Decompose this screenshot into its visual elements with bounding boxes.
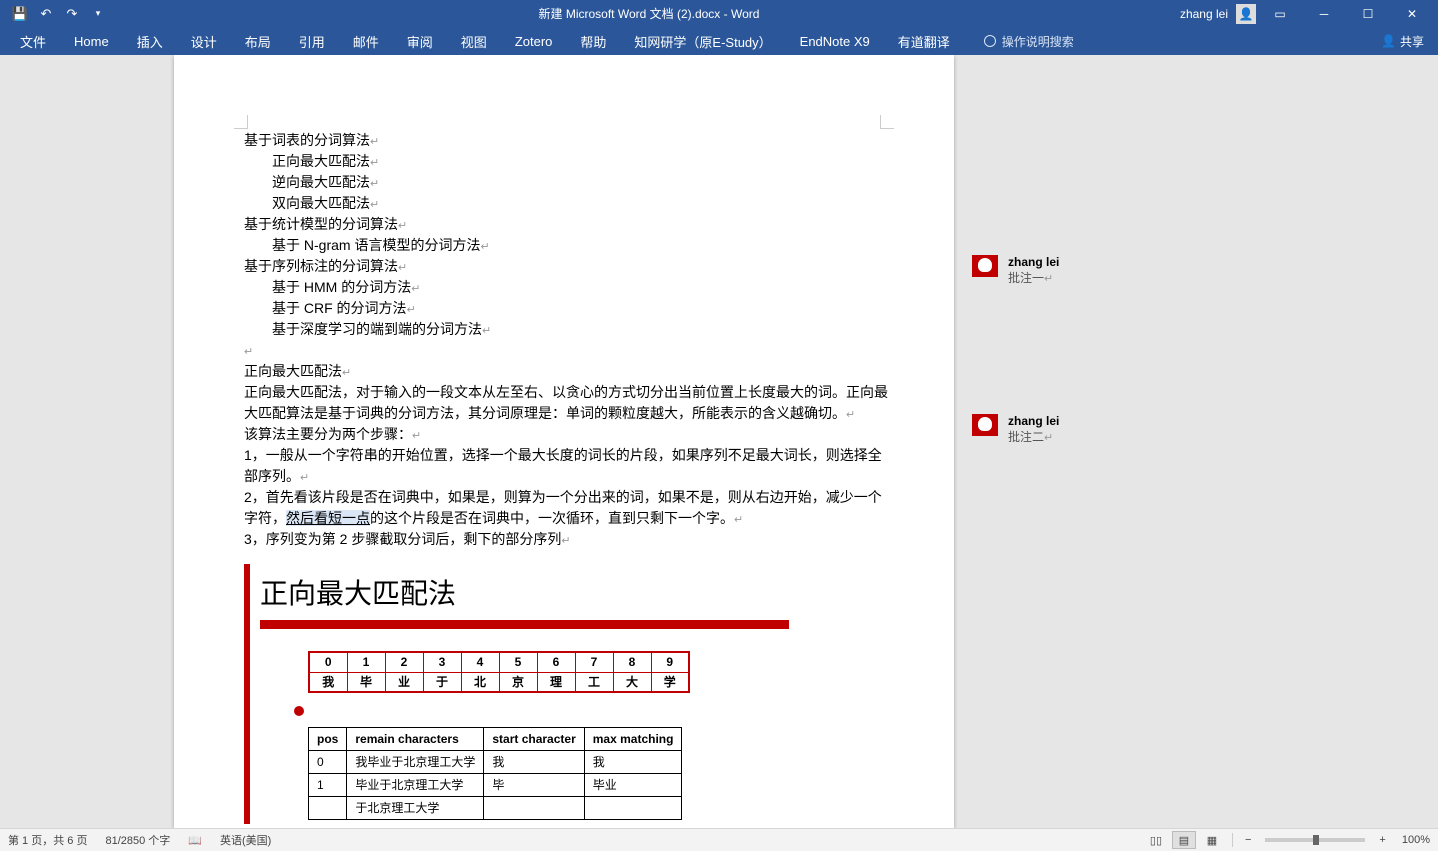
share-button[interactable]: 👤 共享 bbox=[1381, 33, 1432, 50]
paragraph: 该算法主要分为两个步骤：↵ bbox=[244, 424, 889, 445]
blank-line: ↵ bbox=[244, 340, 889, 361]
document-area: 基于词表的分词算法↵ 正向最大匹配法↵ 逆向最大匹配法↵ 双向最大匹配法↵ 基于… bbox=[0, 55, 1438, 828]
comment-text: 批注一↵ bbox=[1008, 269, 1059, 286]
share-icon: 👤 bbox=[1381, 34, 1396, 48]
para-mark: ↵ bbox=[370, 136, 379, 148]
print-layout-button[interactable]: ▤ bbox=[1172, 831, 1196, 849]
tab-insert[interactable]: 插入 bbox=[123, 27, 177, 55]
line: 基于统计模型的分词算法↵ bbox=[244, 214, 889, 235]
zoom-out-button[interactable]: − bbox=[1241, 834, 1255, 846]
save-button[interactable]: 💾 bbox=[10, 4, 30, 24]
title-bar: 💾 ↶ ↷ ▾ 新建 Microsoft Word 文档 (2).docx - … bbox=[0, 0, 1438, 27]
divider bbox=[1232, 833, 1233, 847]
tab-youdao[interactable]: 有道翻译 bbox=[884, 27, 964, 55]
line: 基于深度学习的端到端的分词方法↵ bbox=[244, 319, 889, 340]
comment-author: zhang lei bbox=[1008, 255, 1059, 269]
table-row: 0我毕业于北京理工大学我我 bbox=[309, 751, 682, 774]
document-content[interactable]: 基于词表的分词算法↵ 正向最大匹配法↵ 逆向最大匹配法↵ 双向最大匹配法↵ 基于… bbox=[244, 130, 889, 824]
status-right: ▯▯ ▤ ▦ − + 100% bbox=[1144, 831, 1430, 849]
selected-text[interactable]: 然后看短一点 bbox=[286, 510, 370, 526]
tab-view[interactable]: 视图 bbox=[447, 27, 501, 55]
red-divider bbox=[260, 620, 789, 629]
status-wordcount[interactable]: 81/2850 个字 bbox=[105, 832, 170, 848]
red-dot-icon bbox=[294, 706, 304, 716]
line: 基于词表的分词算法↵ bbox=[244, 130, 889, 151]
comment[interactable]: zhang lei 批注二↵ bbox=[972, 414, 1246, 445]
tab-references[interactable]: 引用 bbox=[285, 27, 339, 55]
comments-pane: zhang lei 批注一↵ zhang lei 批注二↵ bbox=[954, 55, 1264, 828]
line: 双向最大匹配法↵ bbox=[244, 193, 889, 214]
tab-mail[interactable]: 邮件 bbox=[339, 27, 393, 55]
tab-zotero[interactable]: Zotero bbox=[501, 27, 567, 55]
read-mode-button[interactable]: ▯▯ bbox=[1144, 831, 1168, 849]
ribbon-options-button[interactable]: ▭ bbox=[1260, 0, 1300, 27]
undo-button[interactable]: ↶ bbox=[36, 4, 56, 24]
user-avatar-icon[interactable]: 👤 bbox=[1236, 4, 1256, 24]
title-right: zhang lei 👤 ▭ ─ ☐ ✕ bbox=[1180, 0, 1438, 27]
tab-help[interactable]: 帮助 bbox=[566, 27, 620, 55]
embed-title: 正向最大匹配法 bbox=[260, 570, 789, 620]
paragraph: 1，一般从一个字符串的开始位置，选择一个最大长度的词长的片段，如果序列不足最大词… bbox=[244, 445, 889, 487]
minimize-button[interactable]: ─ bbox=[1304, 0, 1344, 27]
margin-corner-tl bbox=[234, 115, 248, 129]
close-button[interactable]: ✕ bbox=[1392, 0, 1432, 27]
tab-home[interactable]: Home bbox=[60, 27, 123, 55]
index-grid: 0123456789 我毕业于北京理工大学 bbox=[308, 651, 690, 693]
tab-estudy[interactable]: 知网研学（原E-Study） bbox=[620, 27, 785, 55]
maximize-button[interactable]: ☐ bbox=[1348, 0, 1388, 27]
tell-me-search[interactable]: 操作说明搜索 bbox=[984, 33, 1074, 50]
paragraph: 正向最大匹配法，对于输入的一段文本从左至右、以贪心的方式切分出当前位置上长度最大… bbox=[244, 382, 889, 424]
status-bar: 第 1 页，共 6 页 81/2850 个字 📖 英语(美国) ▯▯ ▤ ▦ −… bbox=[0, 828, 1438, 851]
embedded-image[interactable]: 正向最大匹配法 0123456789 我毕业于北京理工大学 bbox=[244, 564, 799, 824]
user-name[interactable]: zhang lei bbox=[1180, 7, 1228, 21]
tab-review[interactable]: 审阅 bbox=[393, 27, 447, 55]
tab-endnote[interactable]: EndNote X9 bbox=[786, 27, 884, 55]
line: 逆向最大匹配法↵ bbox=[244, 172, 889, 193]
tab-layout[interactable]: 布局 bbox=[231, 27, 285, 55]
window-title: 新建 Microsoft Word 文档 (2).docx - Word bbox=[118, 5, 1180, 22]
paragraph: 3，序列变为第 2 步骤截取分词后，剩下的部分序列↵ bbox=[244, 529, 889, 550]
matching-table: pos remain characters start character ma… bbox=[308, 727, 682, 820]
quick-access-toolbar: 💾 ↶ ↷ ▾ bbox=[0, 4, 118, 24]
comment-text: 批注二↵ bbox=[1008, 428, 1059, 445]
ribbon: 文件 Home 插入 设计 布局 引用 邮件 审阅 视图 Zotero 帮助 知… bbox=[0, 27, 1438, 55]
spellcheck-icon[interactable]: 📖 bbox=[188, 834, 202, 847]
zoom-in-button[interactable]: + bbox=[1375, 834, 1389, 846]
tab-design[interactable]: 设计 bbox=[177, 27, 231, 55]
line: 基于 CRF 的分词方法↵ bbox=[244, 298, 889, 319]
zoom-level[interactable]: 100% bbox=[1402, 834, 1430, 846]
qat-dropdown[interactable]: ▾ bbox=[88, 4, 108, 24]
line: 基于 N-gram 语言模型的分词方法↵ bbox=[244, 235, 889, 256]
tab-file[interactable]: 文件 bbox=[6, 27, 60, 55]
zoom-thumb[interactable] bbox=[1313, 835, 1319, 845]
status-language[interactable]: 英语(美国) bbox=[220, 832, 271, 848]
table-row: 1毕业于北京理工大学毕毕业 bbox=[309, 774, 682, 797]
line: 基于序列标注的分词算法↵ bbox=[244, 256, 889, 277]
zoom-slider[interactable] bbox=[1265, 838, 1365, 842]
tell-me-label: 操作说明搜索 bbox=[1002, 33, 1074, 50]
table-row: 于北京理工大学 bbox=[309, 797, 682, 820]
comment[interactable]: zhang lei 批注一↵ bbox=[972, 255, 1246, 286]
share-label: 共享 bbox=[1400, 33, 1424, 50]
comment-avatar-icon bbox=[972, 414, 998, 436]
comment-author: zhang lei bbox=[1008, 414, 1059, 428]
bulb-icon bbox=[984, 35, 996, 47]
heading: 正向最大匹配法↵ bbox=[244, 361, 889, 382]
redo-button[interactable]: ↷ bbox=[62, 4, 82, 24]
margin-corner-tr bbox=[880, 115, 894, 129]
comment-avatar-icon bbox=[972, 255, 998, 277]
page[interactable]: 基于词表的分词算法↵ 正向最大匹配法↵ 逆向最大匹配法↵ 双向最大匹配法↵ 基于… bbox=[174, 55, 954, 828]
status-page[interactable]: 第 1 页，共 6 页 bbox=[8, 832, 87, 848]
page-container[interactable]: 基于词表的分词算法↵ 正向最大匹配法↵ 逆向最大匹配法↵ 双向最大匹配法↵ 基于… bbox=[0, 55, 1438, 828]
line: 基于 HMM 的分词方法↵ bbox=[244, 277, 889, 298]
web-layout-button[interactable]: ▦ bbox=[1200, 831, 1224, 849]
paragraph: 2，首先看该片段是否在词典中，如果是，则算为一个分出来的词，如果不是，则从右边开… bbox=[244, 487, 889, 529]
line: 正向最大匹配法↵ bbox=[244, 151, 889, 172]
